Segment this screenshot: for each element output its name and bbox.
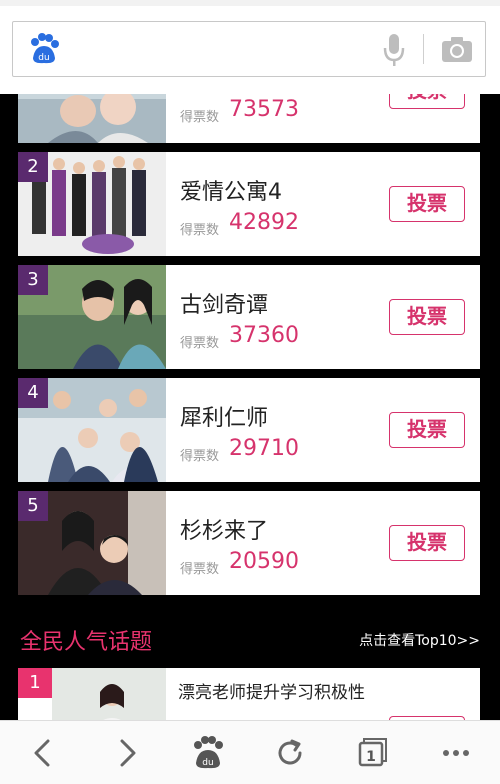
drama-thumbnail[interactable]: 5 (18, 491, 166, 595)
vote-count: 29710 (229, 436, 299, 461)
topic-card[interactable]: 1 漂亮老师提升学习积极性 (18, 668, 480, 720)
baidu-paw-icon[interactable]: du (27, 32, 61, 66)
ranking-card[interactable]: 得票数 73573 投票 (18, 94, 480, 143)
ranking-card[interactable]: 3 古剑奇谭 得票数 37360 投票 (18, 265, 480, 369)
svg-text:du: du (202, 758, 213, 768)
rank-badge: 3 (18, 265, 48, 295)
drama-title: 杉杉来了 (180, 519, 269, 544)
bottom-nav-bar: du 1 (0, 720, 500, 784)
ranking-list: 得票数 73573 投票 2 爱情公寓4 (0, 94, 500, 720)
votes-label: 得票数 (180, 562, 220, 577)
tab-count: 1 (366, 749, 376, 765)
top10-link[interactable]: 点击查看Top10>> (359, 630, 480, 650)
votes-label: 得票数 (180, 223, 220, 238)
topic-title: 漂亮老师提升学习积极性 (178, 683, 365, 703)
vote-button[interactable]: 投票 (389, 299, 465, 335)
drama-title: 古剑奇谭 (180, 293, 269, 318)
drama-thumbnail[interactable]: 4 (18, 378, 166, 482)
drama-title: 爱情公寓4 (180, 180, 282, 205)
svg-text:du: du (38, 53, 49, 63)
drama-thumbnail[interactable]: 3 (18, 265, 166, 369)
rank-badge: 2 (18, 152, 48, 182)
ranking-card[interactable]: 5 杉杉来了 得票数 20590 投票 (18, 491, 480, 595)
microphone-icon[interactable] (381, 32, 407, 68)
section-title: 全民人气话题 (20, 630, 153, 655)
vote-button[interactable]: 投票 (389, 94, 465, 109)
votes-label: 得票数 (180, 110, 220, 125)
top-bar: du (0, 0, 500, 94)
rank-badge: 5 (18, 491, 48, 521)
back-icon[interactable] (24, 735, 64, 771)
vote-count: 20590 (229, 549, 299, 574)
vote-button[interactable]: 投票 (389, 525, 465, 561)
votes-label: 得票数 (180, 449, 220, 464)
refresh-icon[interactable] (270, 735, 310, 771)
forward-icon[interactable] (106, 735, 146, 771)
camera-icon[interactable] (441, 35, 473, 63)
votes-label: 得票数 (180, 336, 220, 351)
vote-button[interactable]: 投票 (389, 186, 465, 222)
vote-count: 73573 (229, 97, 299, 122)
drama-title: 犀利仁师 (180, 406, 269, 431)
vote-count: 42892 (229, 210, 299, 235)
rank-badge: 4 (18, 378, 48, 408)
status-strip (0, 0, 500, 6)
drama-thumbnail[interactable] (18, 94, 166, 143)
baidu-home-icon[interactable]: du (188, 735, 228, 771)
topic-thumbnail[interactable] (52, 668, 166, 720)
drama-thumbnail[interactable]: 2 (18, 152, 166, 256)
search-divider (423, 34, 424, 64)
ranking-card[interactable]: 2 爱情公寓4 得票数 42892 投票 (18, 152, 480, 256)
menu-icon[interactable] (436, 735, 476, 771)
rank-badge: 1 (18, 668, 52, 698)
vote-count: 37360 (229, 323, 299, 348)
vote-button[interactable]: 投票 (389, 412, 465, 448)
ranking-card[interactable]: 4 犀利仁师 得票数 29710 投票 (18, 378, 480, 482)
tabs-icon[interactable]: 1 (352, 735, 392, 771)
search-box[interactable]: du (12, 21, 486, 77)
